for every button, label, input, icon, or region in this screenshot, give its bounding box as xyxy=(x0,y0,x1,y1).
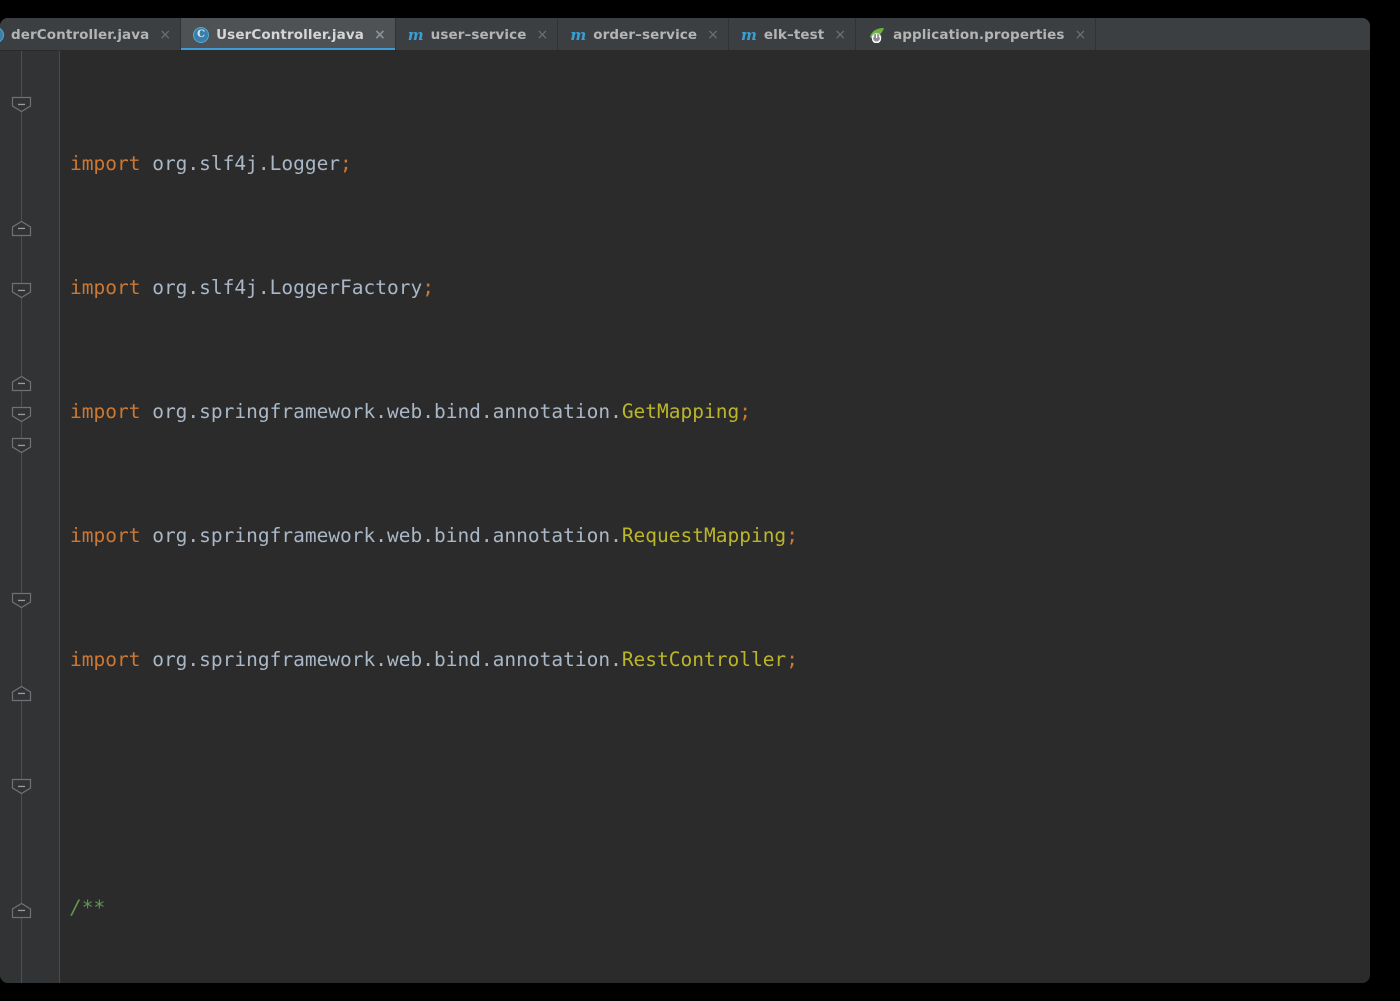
tab-label: order–service xyxy=(593,26,698,43)
token-class: GetMapping xyxy=(621,400,740,423)
maven-module-icon: m xyxy=(570,25,587,44)
tab-application-properties[interactable]: application.properties × xyxy=(856,18,1097,51)
tab-label: user–service xyxy=(430,26,527,43)
close-icon[interactable]: × xyxy=(707,28,719,42)
editor-area: import org.slf4j.Logger; import org.slf4… xyxy=(0,51,1370,983)
token-punct: ; xyxy=(422,276,434,299)
tab-label: elk–test xyxy=(763,26,825,43)
java-class-icon: C xyxy=(193,26,210,43)
code-lines: import org.slf4j.Logger; import org.slf4… xyxy=(60,51,1370,983)
token-class: RequestMapping xyxy=(621,524,787,547)
code-line-blank[interactable] xyxy=(60,768,1370,799)
tab-elk-test[interactable]: m elk–test × xyxy=(728,18,857,51)
tab-label: application.properties xyxy=(893,26,1065,43)
close-icon[interactable]: × xyxy=(834,28,846,42)
fold-marker-errorlog-end[interactable] xyxy=(10,902,33,919)
token-keyword: import xyxy=(70,524,141,547)
tab-derController-java[interactable]: C derController.java × xyxy=(0,18,182,51)
token-punct: ; xyxy=(739,400,751,423)
close-icon[interactable]: × xyxy=(1075,28,1087,42)
code-line[interactable]: import org.springframework.web.bind.anno… xyxy=(60,644,1370,675)
fold-rail xyxy=(21,51,22,983)
tab-label: UserController.java xyxy=(216,26,364,43)
fold-marker-infolog-end[interactable] xyxy=(10,685,33,702)
code-line[interactable]: import org.springframework.web.bind.anno… xyxy=(60,396,1370,427)
token-keyword: import xyxy=(70,276,141,299)
fold-marker-imports-start[interactable] xyxy=(10,96,33,113)
token-keyword: import xyxy=(70,152,141,175)
tab-label: derController.java xyxy=(11,26,150,43)
token-class: RestController xyxy=(621,648,787,671)
code-line[interactable]: /** xyxy=(60,892,1370,923)
token-identifier: org.slf4j.Logger xyxy=(152,152,341,175)
token-identifier: org.springframework.web.bind.annotation. xyxy=(152,524,622,547)
editor-gutter[interactable] xyxy=(0,51,60,983)
code-line[interactable]: import org.slf4j.Logger; xyxy=(60,148,1370,179)
ide-editor-window: C derController.java × C UserController.… xyxy=(0,18,1370,983)
close-icon[interactable]: × xyxy=(537,28,549,42)
maven-module-icon: m xyxy=(407,25,424,44)
token-keyword: import xyxy=(70,400,141,423)
tab-order-service[interactable]: m order–service × xyxy=(558,18,729,51)
code-text-area[interactable]: import org.slf4j.Logger; import org.slf4… xyxy=(60,51,1370,983)
token-identifier: org.slf4j.LoggerFactory xyxy=(152,276,423,299)
fold-marker-infolog-start[interactable] xyxy=(10,592,33,609)
token-punct: ; xyxy=(340,152,352,175)
code-line[interactable]: import org.slf4j.LoggerFactory; xyxy=(60,272,1370,303)
tab-UserController-java[interactable]: C UserController.java × xyxy=(181,18,396,51)
close-icon[interactable]: × xyxy=(159,28,171,42)
editor-tab-bar: C derController.java × C UserController.… xyxy=(0,18,1370,51)
tab-user-service[interactable]: m user–service × xyxy=(395,18,559,51)
spring-leaf-icon xyxy=(868,27,886,43)
token-identifier: org.springframework.web.bind.annotation. xyxy=(152,648,622,671)
code-line[interactable]: import org.springframework.web.bind.anno… xyxy=(60,520,1370,551)
token-identifier: org.springframework.web.bind.annotation. xyxy=(152,400,622,423)
token-keyword: import xyxy=(70,648,141,671)
token-comment: /** xyxy=(70,896,106,919)
fold-marker-class-body-start[interactable] xyxy=(10,437,33,454)
token-punct: ; xyxy=(786,648,798,671)
fold-marker-errorlog-start[interactable] xyxy=(10,778,33,795)
java-class-icon: C xyxy=(0,26,4,43)
fold-marker-javadoc-end[interactable] xyxy=(10,375,33,392)
fold-marker-javadoc-start[interactable] xyxy=(10,282,33,299)
maven-module-icon: m xyxy=(740,25,757,44)
token-punct: ; xyxy=(786,524,798,547)
fold-marker-imports-end[interactable] xyxy=(10,220,33,237)
close-icon[interactable]: × xyxy=(374,28,386,42)
fold-marker-class-annotations[interactable] xyxy=(10,406,33,423)
